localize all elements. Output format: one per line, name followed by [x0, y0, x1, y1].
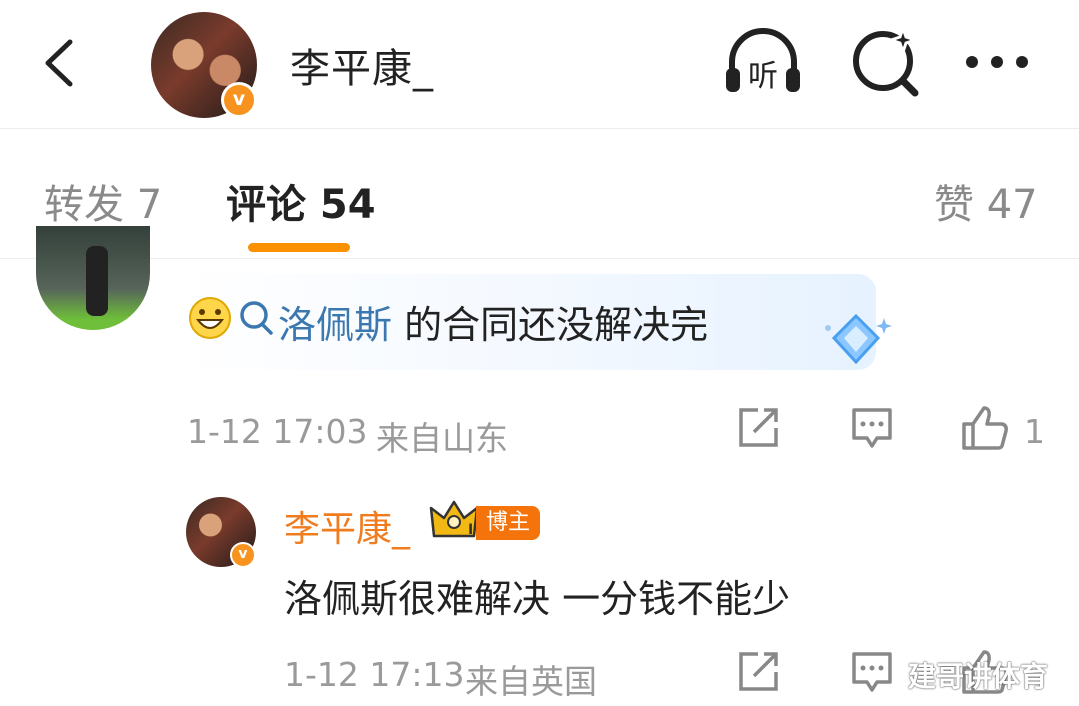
comment-location: 来自山东 — [376, 419, 508, 458]
tab-likes[interactable]: 赞 47 — [934, 172, 1038, 230]
chevron-left-icon[interactable] — [38, 38, 82, 88]
like-count: 1 — [1024, 412, 1045, 451]
headphones-icon: 听 — [726, 28, 800, 94]
reply-text: 洛佩斯很难解决 一分钱不能少 — [284, 577, 791, 621]
mention-link[interactable]: 洛佩斯 — [278, 303, 392, 347]
reply-comment-icon[interactable] — [850, 650, 894, 696]
search-icon — [240, 301, 273, 335]
tab-comments[interactable]: 评论 54 — [226, 172, 376, 230]
comment-body: 洛佩斯 的合同还没解决完 — [278, 294, 708, 349]
crown-label: I — [468, 522, 473, 538]
search-sparkle-icon — [853, 23, 920, 97]
verified-badge: v — [221, 82, 257, 118]
reply-location: 来自英国 — [465, 662, 597, 701]
reply-username[interactable]: 李平康_ — [284, 500, 410, 552]
reply-share-icon[interactable] — [736, 650, 780, 694]
reply-time: 1-12 17:13 — [284, 655, 465, 694]
commenter-avatar[interactable] — [36, 226, 150, 330]
crown-icon: I — [429, 500, 479, 538]
tab-bar: 转发 7 评论 54 赞 47 — [0, 128, 1079, 259]
watermark: 建哥讲体育 — [908, 660, 1049, 693]
blogger-badge: 博主 — [476, 506, 540, 540]
share-icon[interactable] — [736, 406, 780, 450]
reply-verified-badge: v — [230, 542, 256, 568]
listen-button[interactable]: 听 — [718, 18, 808, 108]
active-tab-indicator — [248, 243, 350, 252]
more-dots-icon — [966, 56, 1028, 68]
diamond-sticker-icon — [825, 313, 892, 365]
comment-icon[interactable] — [850, 406, 894, 452]
search-button[interactable] — [843, 18, 933, 108]
comment-text: 的合同还没解决完 — [392, 303, 709, 347]
listen-label: 听 — [748, 59, 778, 94]
comment-time: 1-12 17:03 — [187, 412, 368, 451]
more-button[interactable] — [962, 50, 1032, 74]
page-title: 李平康_ — [290, 46, 434, 92]
tab-repost[interactable]: 转发 7 — [44, 172, 162, 230]
top-bar: v 李平康_ 听 — [0, 0, 1079, 129]
grin-emoji-icon — [189, 297, 231, 339]
like-icon[interactable] — [960, 404, 1010, 452]
